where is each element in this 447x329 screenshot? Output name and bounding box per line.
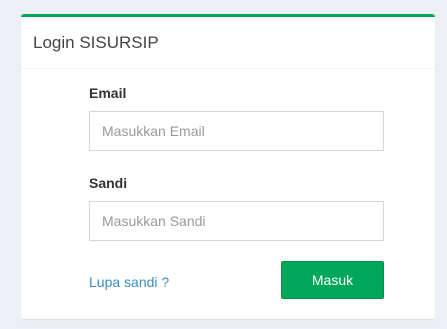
password-field[interactable] xyxy=(89,201,384,241)
login-page: Login SISURSIP Email Sandi Lupa sandi ? … xyxy=(0,0,447,329)
email-label: Email xyxy=(89,85,127,101)
login-submit-button[interactable]: Masuk xyxy=(281,261,384,299)
forgot-password-link[interactable]: Lupa sandi ? xyxy=(89,274,169,290)
login-box: Login SISURSIP Email Sandi Lupa sandi ? … xyxy=(21,14,435,319)
email-field[interactable] xyxy=(89,111,384,151)
login-title: Login SISURSIP xyxy=(33,32,159,52)
password-label: Sandi xyxy=(89,175,128,191)
login-box-header: Login SISURSIP xyxy=(21,17,435,69)
